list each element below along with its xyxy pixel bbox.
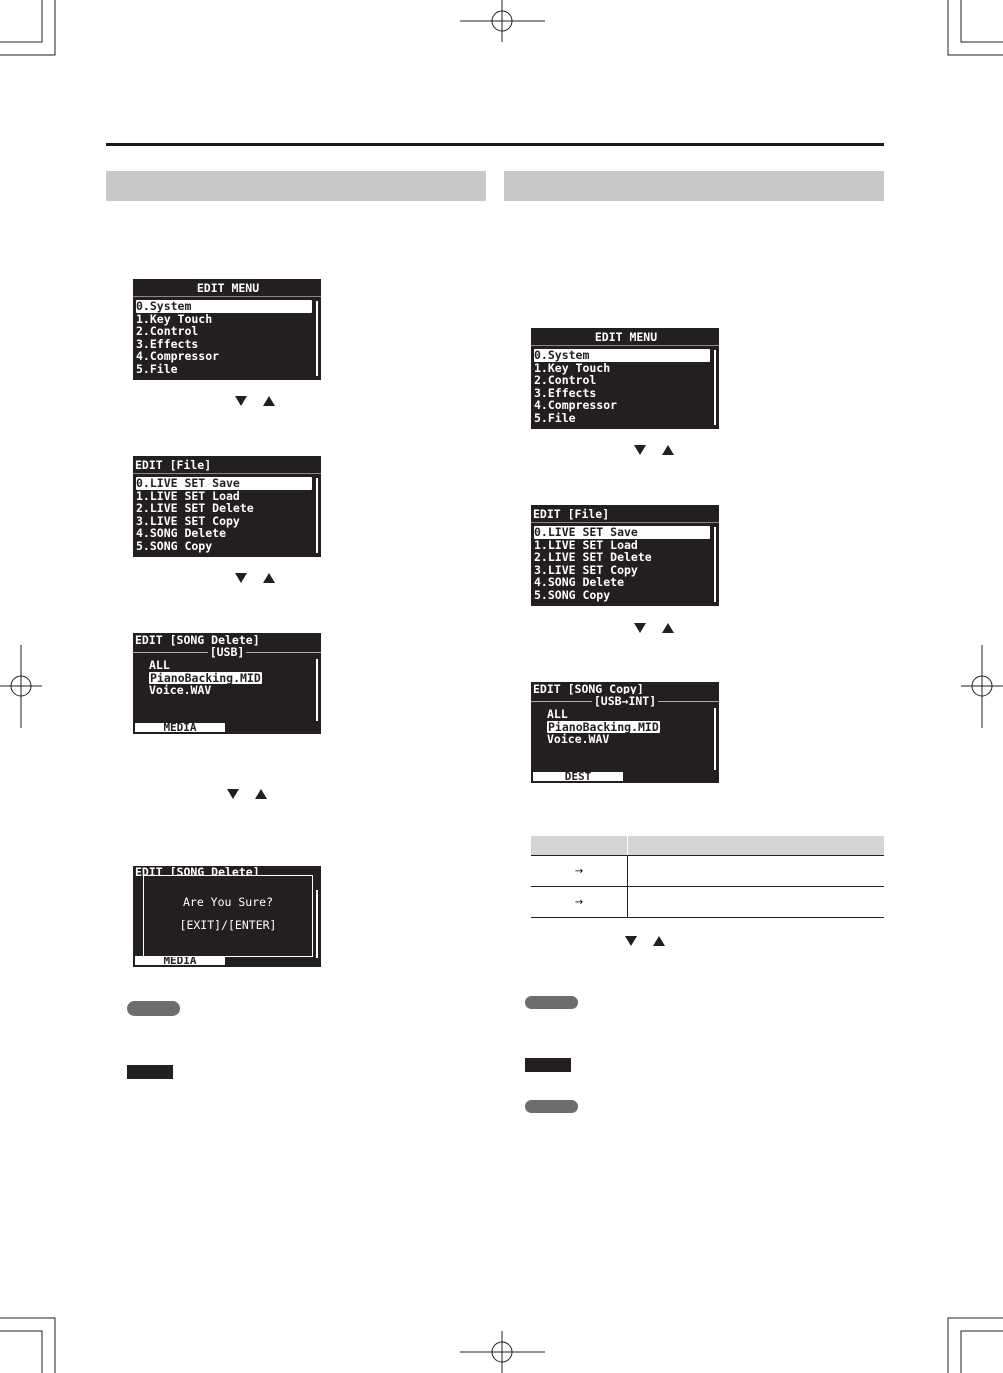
right-arrow-icon: → bbox=[574, 896, 584, 908]
file-item: Voice.WAV bbox=[547, 732, 610, 746]
lcd-title: EDIT [File] bbox=[531, 505, 719, 523]
down-triangle-icon bbox=[235, 396, 247, 406]
up-triangle-icon bbox=[662, 623, 674, 633]
footer-function: MEDIA bbox=[135, 955, 225, 966]
menu-item: 2.LIVE SET Delete bbox=[534, 550, 652, 564]
file-item: ALL bbox=[547, 707, 568, 721]
media-label: [USB→INT] bbox=[591, 694, 659, 708]
note-badge bbox=[525, 1058, 571, 1072]
menu-item: 4.Compressor bbox=[534, 398, 618, 412]
menu-item: 2.LIVE SET Delete bbox=[136, 501, 254, 515]
scrollbar bbox=[316, 301, 318, 376]
dialog-keys: [EXIT]/[ENTER] bbox=[179, 917, 277, 932]
down-triangle-icon bbox=[634, 445, 646, 455]
lcd-title: EDIT MENU bbox=[133, 279, 321, 297]
down-triangle-icon bbox=[634, 623, 646, 633]
table-header bbox=[531, 836, 884, 856]
copy-direction-table: → → bbox=[531, 836, 884, 918]
scrollbar bbox=[316, 478, 318, 553]
menu-item: 5.SONG Copy bbox=[534, 587, 611, 602]
menu-item: 5.SONG Copy bbox=[136, 538, 213, 553]
lcd-confirm: EDIT [SONG Delete] MEDIA Are You Sure? [… bbox=[133, 866, 321, 967]
lcd-file-menu: EDIT [File] 0.LIVE SET Save 1.LIVE SET L… bbox=[133, 456, 321, 557]
manual-page: EDIT MENU 0.System 1.Key Touch 2.Control… bbox=[0, 0, 1003, 1373]
lcd-song-delete: EDIT [SONG Delete] [USB] ALL PianoBackin… bbox=[133, 633, 321, 734]
scrollbar bbox=[316, 890, 318, 958]
menu-item: 2.Control bbox=[534, 373, 597, 387]
header-rule bbox=[106, 143, 884, 146]
scrollbar bbox=[316, 659, 318, 721]
menu-item: 0.LIVE SET Save bbox=[136, 477, 312, 490]
file-item: ALL bbox=[149, 658, 170, 672]
lcd-title: EDIT [File] bbox=[133, 456, 321, 474]
up-triangle-icon bbox=[263, 396, 275, 406]
right-arrow-icon: → bbox=[574, 865, 584, 877]
lcd-song-copy: EDIT [SONG Copy] [USB→INT] ALL PianoBack… bbox=[531, 682, 719, 783]
table-row: → bbox=[531, 887, 884, 918]
menu-item: 4.SONG Delete bbox=[534, 575, 625, 589]
lcd-title: EDIT MENU bbox=[531, 328, 719, 346]
menu-item: 0.System bbox=[534, 349, 710, 362]
memo-badge bbox=[525, 1100, 578, 1113]
down-triangle-icon bbox=[625, 936, 637, 946]
up-triangle-icon bbox=[255, 789, 267, 799]
note-badge bbox=[127, 1065, 173, 1079]
down-triangle-icon bbox=[227, 789, 239, 799]
up-triangle-icon bbox=[653, 936, 665, 946]
down-triangle-icon bbox=[235, 573, 247, 583]
media-label: [USB] bbox=[207, 645, 247, 659]
section-bar-left bbox=[106, 171, 486, 201]
confirm-dialog: Are You Sure? [EXIT]/[ENTER] bbox=[143, 875, 313, 957]
footer-function: MEDIA bbox=[135, 722, 225, 733]
menu-item: 4.Compressor bbox=[136, 349, 220, 363]
menu-item: 0.System bbox=[136, 300, 312, 313]
file-item: Voice.WAV bbox=[149, 683, 212, 697]
memo-badge bbox=[127, 1001, 180, 1016]
dialog-question: Are You Sure? bbox=[182, 895, 273, 909]
menu-item: 5.File bbox=[136, 361, 178, 376]
memo-badge bbox=[525, 996, 578, 1009]
menu-item: 5.File bbox=[534, 410, 576, 425]
scrollbar bbox=[714, 350, 716, 425]
footer-function: DEST bbox=[533, 771, 623, 782]
section-bar-right bbox=[504, 171, 884, 201]
up-triangle-icon bbox=[263, 573, 275, 583]
up-triangle-icon bbox=[662, 445, 674, 455]
lcd-file-menu: EDIT [File] 0.LIVE SET Save 1.LIVE SET L… bbox=[531, 505, 719, 606]
scrollbar bbox=[714, 527, 716, 602]
lcd-edit-menu: EDIT MENU 0.System 1.Key Touch 2.Control… bbox=[531, 328, 719, 429]
menu-item: 0.LIVE SET Save bbox=[534, 526, 710, 539]
table-row: → bbox=[531, 856, 884, 887]
scrollbar bbox=[714, 708, 716, 770]
menu-item: 2.Control bbox=[136, 324, 199, 338]
menu-item: 4.SONG Delete bbox=[136, 526, 227, 540]
lcd-edit-menu: EDIT MENU 0.System 1.Key Touch 2.Control… bbox=[133, 279, 321, 380]
